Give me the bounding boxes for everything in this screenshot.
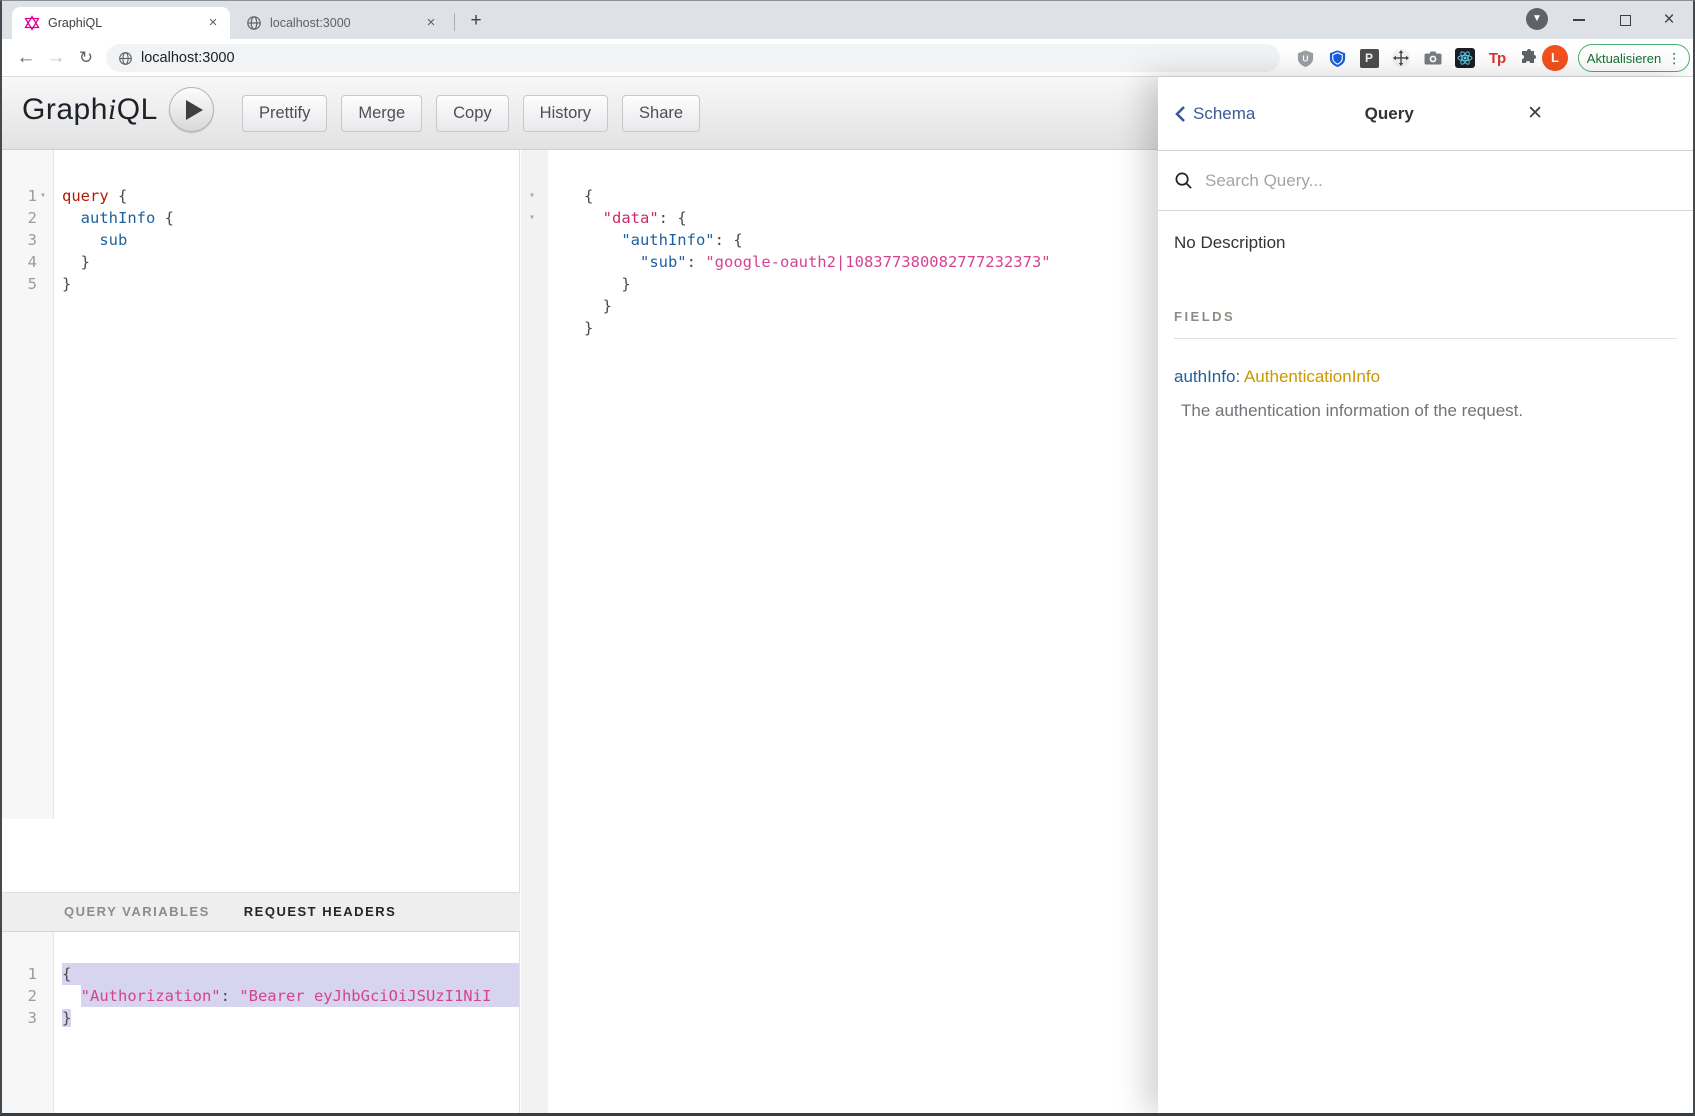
prettify-button[interactable]: Prettify [242,95,327,132]
doc-content: No Description FIELDS authInfo: Authenti… [1158,211,1693,421]
play-icon [186,100,203,120]
line-number: 2 [2,207,53,229]
doc-close-icon[interactable]: ✕ [1523,100,1547,127]
tab-graphiql[interactable]: GraphiQL × [12,7,230,39]
tab-title: GraphiQL [48,16,204,30]
execute-query-button[interactable] [169,87,214,132]
browser-titlebar: GraphiQL × localhost:3000 × + ▼ × [2,1,1693,39]
tab-localhost[interactable]: localhost:3000 × [234,7,448,39]
field-type-link[interactable]: AuthenticationInfo [1244,367,1380,386]
tab-close-icon[interactable]: × [422,14,440,32]
new-tab-button[interactable]: + [464,10,488,34]
tab-query-variables[interactable]: QUERY VARIABLES [64,901,210,923]
window-minimize-button[interactable] [1564,5,1594,35]
share-button[interactable]: Share [622,95,700,132]
camera-icon[interactable] [1422,47,1444,69]
history-button[interactable]: History [523,95,608,132]
tab-title: localhost:3000 [270,16,422,30]
doc-back-link[interactable]: Schema [1174,104,1255,124]
address-bar[interactable]: localhost:3000 [106,44,1280,72]
react-devtools-icon[interactable] [1454,47,1476,69]
field-description: The authentication information of the re… [1174,401,1677,421]
bitwarden-shield-icon[interactable] [1326,47,1348,69]
line-number: 3 [2,229,53,251]
result-viewer[interactable]: { "data": { "authInfo": { "sub": "google… [520,150,1162,339]
update-label: Aktualisieren [1587,51,1661,66]
extensions-row: U P Tp [1294,47,1540,69]
search-icon [1174,171,1193,190]
forward-icon[interactable]: → [42,44,70,72]
line-number: 4 [2,251,53,273]
copy-button[interactable]: Copy [436,95,509,132]
doc-back-label: Schema [1193,104,1255,124]
no-description-text: No Description [1174,233,1677,253]
window-maximize-button[interactable] [1610,5,1640,35]
p-extension-icon[interactable]: P [1358,47,1380,69]
doc-search-row [1158,151,1693,211]
graphiql-page: GraphiQL Prettify Merge Copy History Sha… [2,77,1693,1113]
tab-request-headers[interactable]: REQUEST HEADERS [244,901,397,923]
menu-dots-icon[interactable]: ⋮ [1667,50,1681,67]
variables-headers-tabbar: QUERY VARIABLES REQUEST HEADERS [2,892,520,932]
fields-section-header: FIELDS [1174,309,1677,339]
request-headers-editor[interactable]: { "Authorization": "Bearer eyJhbGciOiJSU… [54,932,519,1116]
browser-window: GraphiQL × localhost:3000 × + ▼ × ← → ↻ … [0,0,1695,1116]
doc-explorer-header: Schema Query ✕ [1158,77,1693,151]
line-number: 1 [2,963,53,985]
doc-explorer-panel: Schema Query ✕ No Description FIELDS aut… [1158,77,1693,1113]
puzzle-extensions-icon[interactable] [1518,47,1540,69]
profile-avatar[interactable]: L [1542,45,1568,71]
field-name-link[interactable]: authInfo [1174,367,1235,386]
window-close-button[interactable]: × [1654,5,1684,35]
toolbar-buttons: Prettify Merge Copy History Share [242,95,700,132]
headers-editor-gutter: 1 2 3 [2,932,54,1116]
doc-search-input[interactable] [1205,171,1535,191]
site-globe-icon [118,51,133,66]
back-icon[interactable]: ← [12,44,40,72]
chevron-left-icon [1174,105,1186,123]
tab-close-icon[interactable]: × [204,14,222,32]
field-row: authInfo: AuthenticationInfo [1174,367,1677,387]
merge-button[interactable]: Merge [341,95,422,132]
globe-icon [246,15,262,31]
fold-arrow-icon[interactable]: ▾ [40,185,46,207]
result-pane: ▾ ▾ { "data": { "authInfo": { "sub": "go… [520,150,1162,1113]
line-number: 5 [2,273,53,295]
reload-icon[interactable]: ↻ [72,44,100,72]
doc-title: Query [1255,104,1523,124]
graphiql-favicon [24,15,40,31]
url-text: localhost:3000 [141,50,235,66]
line-number: 3 [2,1007,53,1029]
move-tool-icon[interactable] [1390,47,1412,69]
browser-navbar: ← → ↻ localhost:3000 U P [2,39,1693,77]
graphiql-logo: GraphiQL [22,93,158,127]
query-pane: 1 2 3 4 5 ▾ query { authInfo { sub } } Q… [2,150,520,1113]
query-editor[interactable]: query { authInfo { sub } } [54,150,519,295]
browser-update-menu-icon[interactable]: ▼ [1526,8,1548,30]
tab-separator [454,13,455,31]
shield-letter: U [1302,53,1308,63]
tp-extension-icon[interactable]: Tp [1486,47,1508,69]
line-number: 2 [2,985,53,1007]
query-editor-gutter: 1 2 3 4 5 ▾ [2,150,54,819]
update-browser-button[interactable]: Aktualisieren ⋮ [1578,44,1690,72]
shield-extension-icon[interactable]: U [1294,47,1316,69]
